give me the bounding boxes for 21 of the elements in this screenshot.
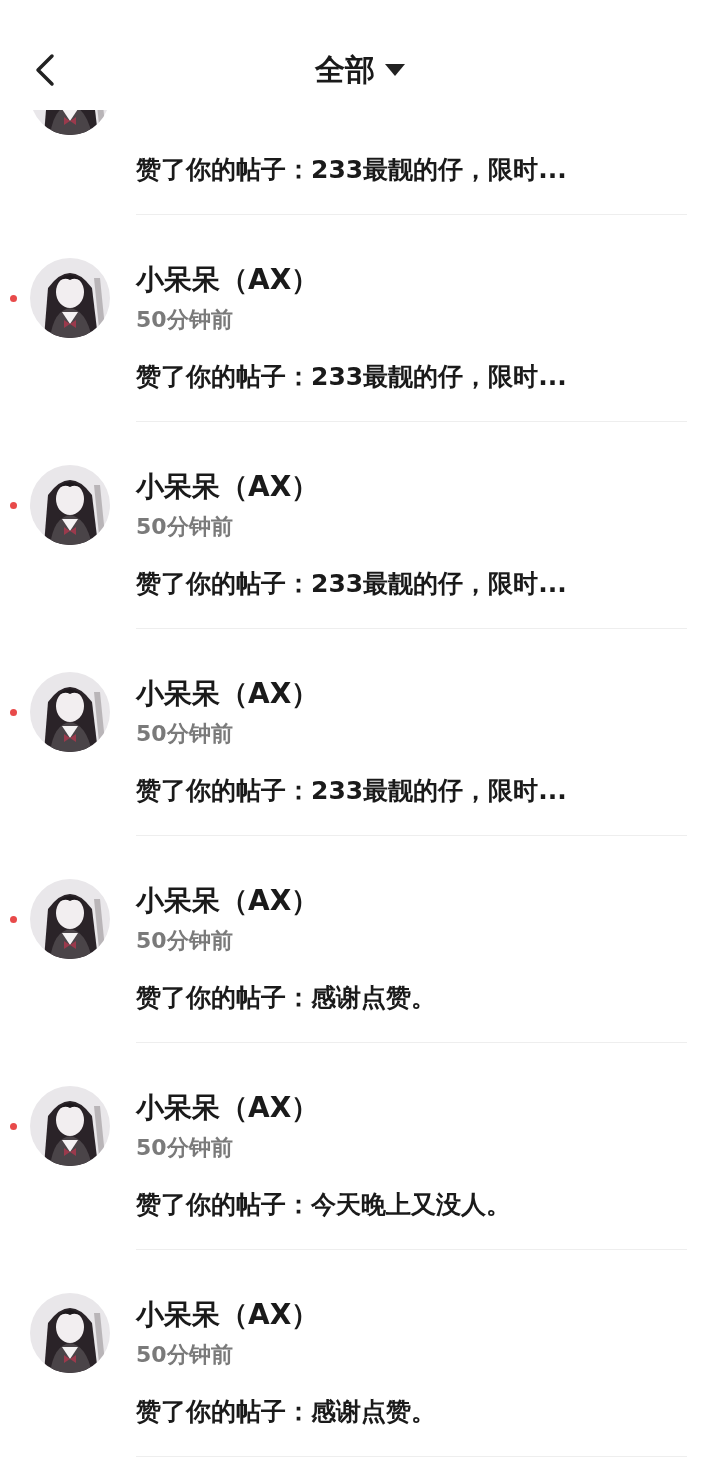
notification-time: 50分钟前 [136,306,234,334]
notification-time: 50分钟前 [136,1134,234,1162]
user-name[interactable]: 小呆呆（AX） [136,260,687,300]
notification-message: 赞了你的帖子：今天晚上又没人。 [136,1189,512,1221]
notification-message: 赞了你的帖子：233最靓的仔，限时... [136,361,568,393]
header-title[interactable]: 全部 [314,49,375,91]
notification-time: 50分钟前 [136,1341,234,1369]
user-name[interactable]: 小呆呆（AX） [136,881,687,921]
notification-time: 50分钟前 [136,513,234,541]
notification-message: 赞了你的帖子：233最靓的仔，限时... [136,775,568,807]
notification-time: 50分钟前 [136,720,234,748]
notification-time: 50分钟前 [136,927,234,955]
notification-message: 赞了你的帖子：233最靓的仔，限时... [136,568,568,600]
user-name[interactable]: 小呆呆（AX） [136,467,687,507]
notification-message: 赞了你的帖子：感谢点赞。 [136,1396,437,1428]
notification-message: 赞了你的帖子：感谢点赞。 [136,982,437,1014]
user-name[interactable]: 小呆呆（AX） [136,1295,687,1335]
user-name[interactable]: 小呆呆（AX） [136,1088,687,1128]
caret-icon[interactable] [384,64,405,76]
notification-message: 赞了你的帖子：233最靓的仔，限时... [136,154,568,186]
user-name[interactable]: 小呆呆（AX） [136,674,687,714]
